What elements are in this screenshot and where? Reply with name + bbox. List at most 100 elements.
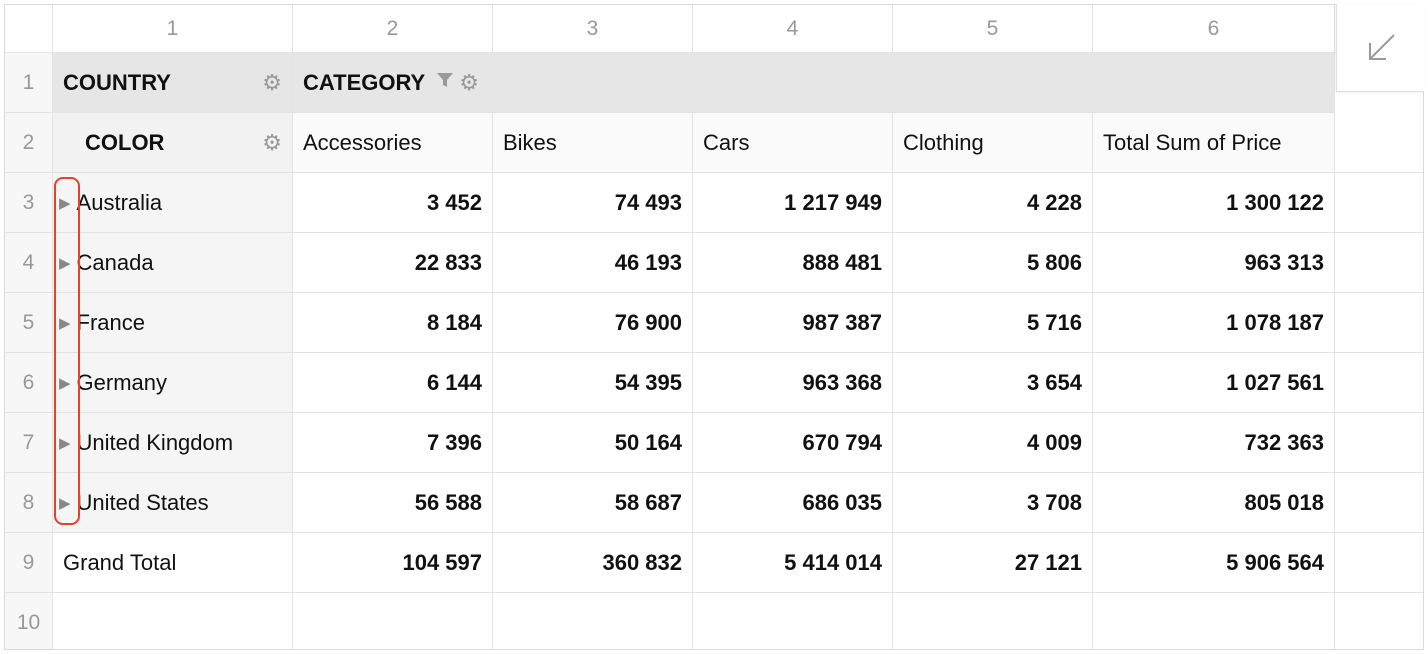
empty-cell [1335,533,1423,593]
row-number: 4 [5,233,53,293]
total-cell[interactable]: 732 363 [1093,413,1335,473]
grand-total-cell[interactable]: 5 906 564 [1093,533,1335,593]
grand-total-cell[interactable]: 360 832 [493,533,693,593]
country-name: France [76,309,146,335]
country-field-label: COUNTRY [63,69,171,95]
table-row: 4 ▶ Canada 22 833 46 193 888 481 5 806 9… [5,233,1423,293]
total-cell[interactable]: 1 078 187 [1093,293,1335,353]
value-cell[interactable]: 3 654 [893,353,1093,413]
row-label[interactable]: ▶ United Kingdom [53,413,293,473]
value-cell[interactable]: 1 217 949 [693,173,893,233]
column-header-accessories[interactable]: Accessories [293,113,493,173]
country-name: Germany [76,369,168,395]
empty-row: 10 [5,593,1423,649]
value-cell[interactable]: 670 794 [693,413,893,473]
empty-cell [1335,353,1423,413]
value-cell[interactable]: 686 035 [693,473,893,533]
value-cell[interactable]: 888 481 [693,233,893,293]
collapse-corner-button[interactable] [1336,4,1424,92]
table-row: 5 ▶ France 8 184 76 900 987 387 5 716 1 … [5,293,1423,353]
grand-total-cell[interactable]: 5 414 014 [693,533,893,593]
filter-icon[interactable] [435,70,455,96]
total-cell[interactable]: 1 300 122 [1093,173,1335,233]
value-cell[interactable]: 963 368 [693,353,893,413]
empty-cell [893,593,1093,649]
pivot-grid: 1 2 3 4 5 6 1 COUNTRY ⚙ CATEGORY ⚙ 2 COL… [4,4,1424,650]
value-cell[interactable]: 4 228 [893,173,1093,233]
row-label[interactable]: ▶ France [53,293,293,353]
column-header-total[interactable]: Total Sum of Price [1093,113,1335,173]
empty-cell [493,593,693,649]
value-cell[interactable]: 76 900 [493,293,693,353]
row-label[interactable]: ▶ Canada [53,233,293,293]
value-cell[interactable]: 54 395 [493,353,693,413]
value-cell[interactable]: 50 164 [493,413,693,473]
expand-triangle-icon[interactable]: ▶ [59,494,71,512]
gear-icon[interactable]: ⚙ [262,130,282,156]
value-cell[interactable]: 74 493 [493,173,693,233]
value-cell[interactable]: 987 387 [693,293,893,353]
grand-total-cell[interactable]: 104 597 [293,533,493,593]
column-header-bikes[interactable]: Bikes [493,113,693,173]
value-cell[interactable]: 7 396 [293,413,493,473]
table-row: 8 ▶ United States 56 588 58 687 686 035 … [5,473,1423,533]
category-field-label: CATEGORY [303,69,426,95]
empty-cell [1335,293,1423,353]
total-cell[interactable]: 1 027 561 [1093,353,1335,413]
table-row: 6 ▶ Germany 6 144 54 395 963 368 3 654 1… [5,353,1423,413]
total-cell[interactable]: 963 313 [1093,233,1335,293]
column-number: 4 [693,5,893,53]
empty-cell [1335,233,1423,293]
column-number: 5 [893,5,1093,53]
row-label[interactable]: ▶ Germany [53,353,293,413]
row-number: 6 [5,353,53,413]
column-number: 2 [293,5,493,53]
value-cell[interactable]: 56 588 [293,473,493,533]
value-cell[interactable]: 3 452 [293,173,493,233]
row-number: 9 [5,533,53,593]
value-cell[interactable]: 5 716 [893,293,1093,353]
country-name: Australia [76,189,163,215]
category-field-header[interactable]: CATEGORY ⚙ [293,53,1335,113]
value-cell[interactable]: 8 184 [293,293,493,353]
gear-icon[interactable]: ⚙ [459,70,479,96]
column-number-header: 1 2 3 4 5 6 [5,5,1423,53]
grand-total-cell[interactable]: 27 121 [893,533,1093,593]
expand-triangle-icon[interactable]: ▶ [59,314,71,332]
expand-triangle-icon[interactable]: ▶ [59,434,71,452]
country-name: Canada [76,249,154,275]
color-field-label: COLOR [85,129,165,155]
row-number: 5 [5,293,53,353]
value-cell[interactable]: 46 193 [493,233,693,293]
column-header-cars[interactable]: Cars [693,113,893,173]
value-cell[interactable]: 4 009 [893,413,1093,473]
row-label[interactable]: ▶ Australia [53,173,293,233]
empty-cell [53,593,293,649]
country-field-header[interactable]: COUNTRY ⚙ [53,53,293,113]
value-cell[interactable]: 6 144 [293,353,493,413]
value-cell[interactable]: 5 806 [893,233,1093,293]
row-label[interactable]: ▶ United States [53,473,293,533]
column-number: 6 [1093,5,1335,53]
column-number: 3 [493,5,693,53]
value-cell[interactable]: 58 687 [493,473,693,533]
row-number: 3 [5,173,53,233]
empty-cell [1335,473,1423,533]
empty-cell [1093,593,1335,649]
expand-triangle-icon[interactable]: ▶ [59,254,71,272]
country-name: United Kingdom [76,429,234,455]
expand-triangle-icon[interactable]: ▶ [59,374,71,392]
color-field-header[interactable]: COLOR ⚙ [53,113,293,173]
arrow-down-left-icon [1368,33,1395,60]
gear-icon[interactable]: ⚙ [262,70,282,96]
value-cell[interactable]: 22 833 [293,233,493,293]
grand-total-label: Grand Total [53,533,293,593]
pivot-column-header-row: 2 COLOR ⚙ Accessories Bikes Cars Clothin… [5,113,1423,173]
table-row: 3 ▶ Australia 3 452 74 493 1 217 949 4 2… [5,173,1423,233]
value-cell[interactable]: 3 708 [893,473,1093,533]
empty-cell [1335,173,1423,233]
column-header-clothing[interactable]: Clothing [893,113,1093,173]
expand-triangle-icon[interactable]: ▶ [59,194,71,212]
total-cell[interactable]: 805 018 [1093,473,1335,533]
empty-cell [1335,113,1423,173]
